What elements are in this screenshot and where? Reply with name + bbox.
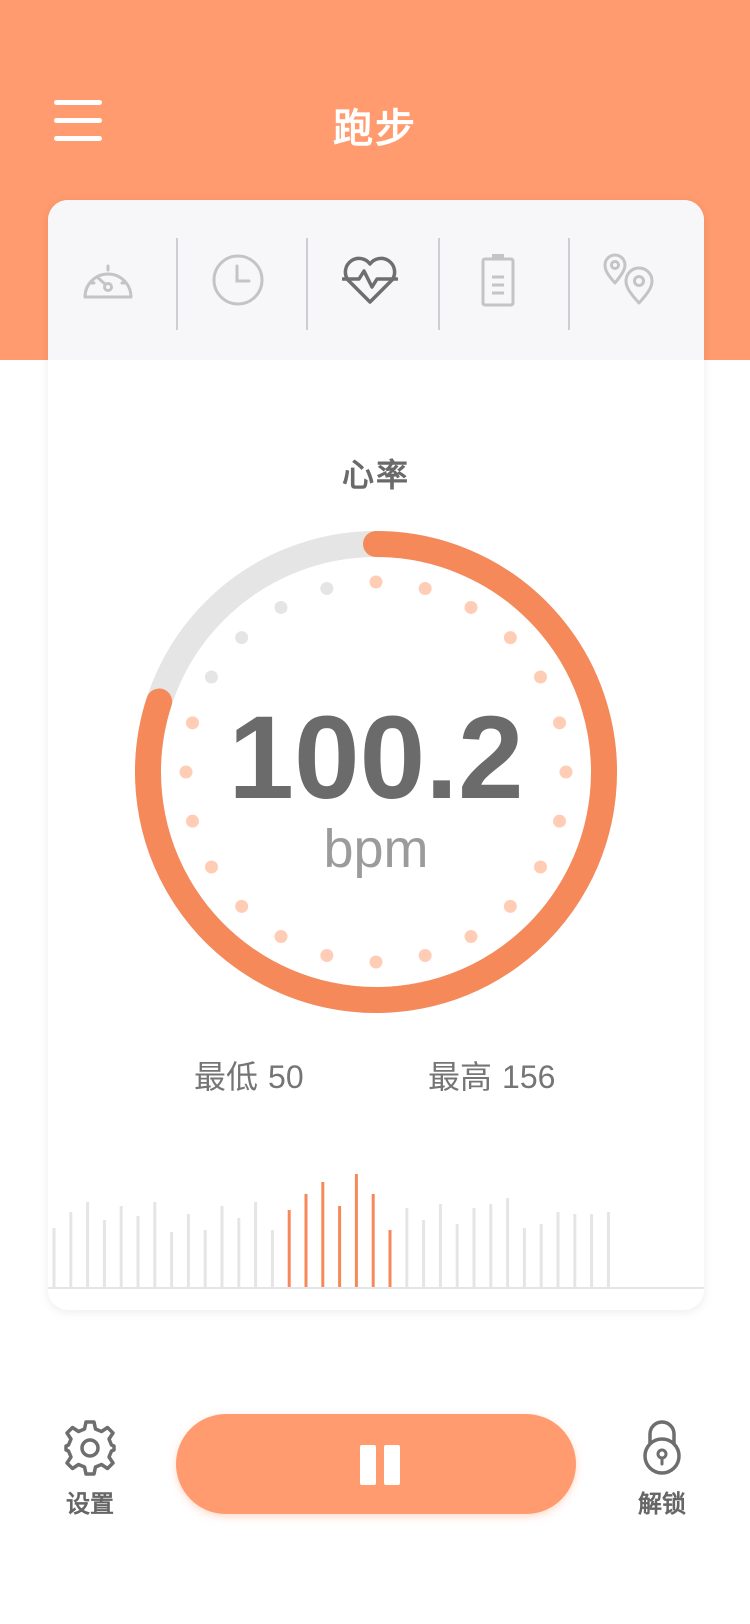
settings-label: 设置 xyxy=(66,1490,114,1518)
clock-icon xyxy=(212,254,264,306)
lock-icon xyxy=(643,1420,681,1475)
pause-bar xyxy=(360,1445,376,1485)
gauge-dot xyxy=(464,600,478,614)
gauge-dot xyxy=(464,930,478,944)
heart-rate-value: 100.2 xyxy=(228,692,524,824)
metric-tabs xyxy=(48,200,704,360)
max-value: 156 xyxy=(502,1059,556,1095)
gauge-dot xyxy=(235,899,249,913)
gauge-dot xyxy=(418,581,432,595)
unlock-label: 解锁 xyxy=(638,1490,686,1518)
battery-icon xyxy=(481,254,515,307)
tab-duration[interactable] xyxy=(178,230,298,330)
gauge-dot xyxy=(418,949,432,963)
tab-heart-rate[interactable] xyxy=(310,230,430,330)
max-heart-rate: 最高 156 xyxy=(428,1052,565,1098)
gauge-dot xyxy=(503,899,517,913)
gauge-dot xyxy=(320,949,334,963)
gear-icon xyxy=(64,1420,116,1476)
tab-battery[interactable] xyxy=(438,230,558,330)
speedometer-icon xyxy=(83,264,133,299)
min-heart-rate: 最低 50 xyxy=(194,1052,314,1098)
gauge-dot xyxy=(503,631,517,645)
gauge-dot xyxy=(274,930,288,944)
pause-button[interactable] xyxy=(176,1414,576,1514)
min-value: 50 xyxy=(268,1059,304,1095)
gauge-dot xyxy=(369,955,383,969)
gauge-dot xyxy=(204,670,218,684)
metrics-card: 心率 100.2 bpm 最低 50 最高 156 xyxy=(48,200,704,1310)
heart-rate-icon xyxy=(342,256,398,304)
unlock-button[interactable]: 解锁 xyxy=(612,1420,712,1519)
max-label: 最高 xyxy=(428,1059,493,1095)
gauge-dot xyxy=(235,631,249,645)
location-pins-icon xyxy=(603,253,654,305)
tab-speed[interactable] xyxy=(48,230,168,330)
pause-bar xyxy=(384,1445,400,1485)
heart-rate-history-chart xyxy=(48,1174,704,1289)
settings-button[interactable]: 设置 xyxy=(40,1420,140,1519)
gauge-dot xyxy=(320,581,334,595)
tab-location[interactable] xyxy=(570,230,690,330)
tab-divider xyxy=(306,238,308,330)
page-title: 跑步 xyxy=(333,106,417,152)
heart-rate-label: 心率 xyxy=(341,456,410,494)
gauge-dot xyxy=(369,575,383,589)
gauge-dot xyxy=(534,670,548,684)
gauge-dot xyxy=(274,600,288,614)
min-label: 最低 xyxy=(194,1059,259,1095)
heart-rate-unit: bpm xyxy=(323,819,429,879)
